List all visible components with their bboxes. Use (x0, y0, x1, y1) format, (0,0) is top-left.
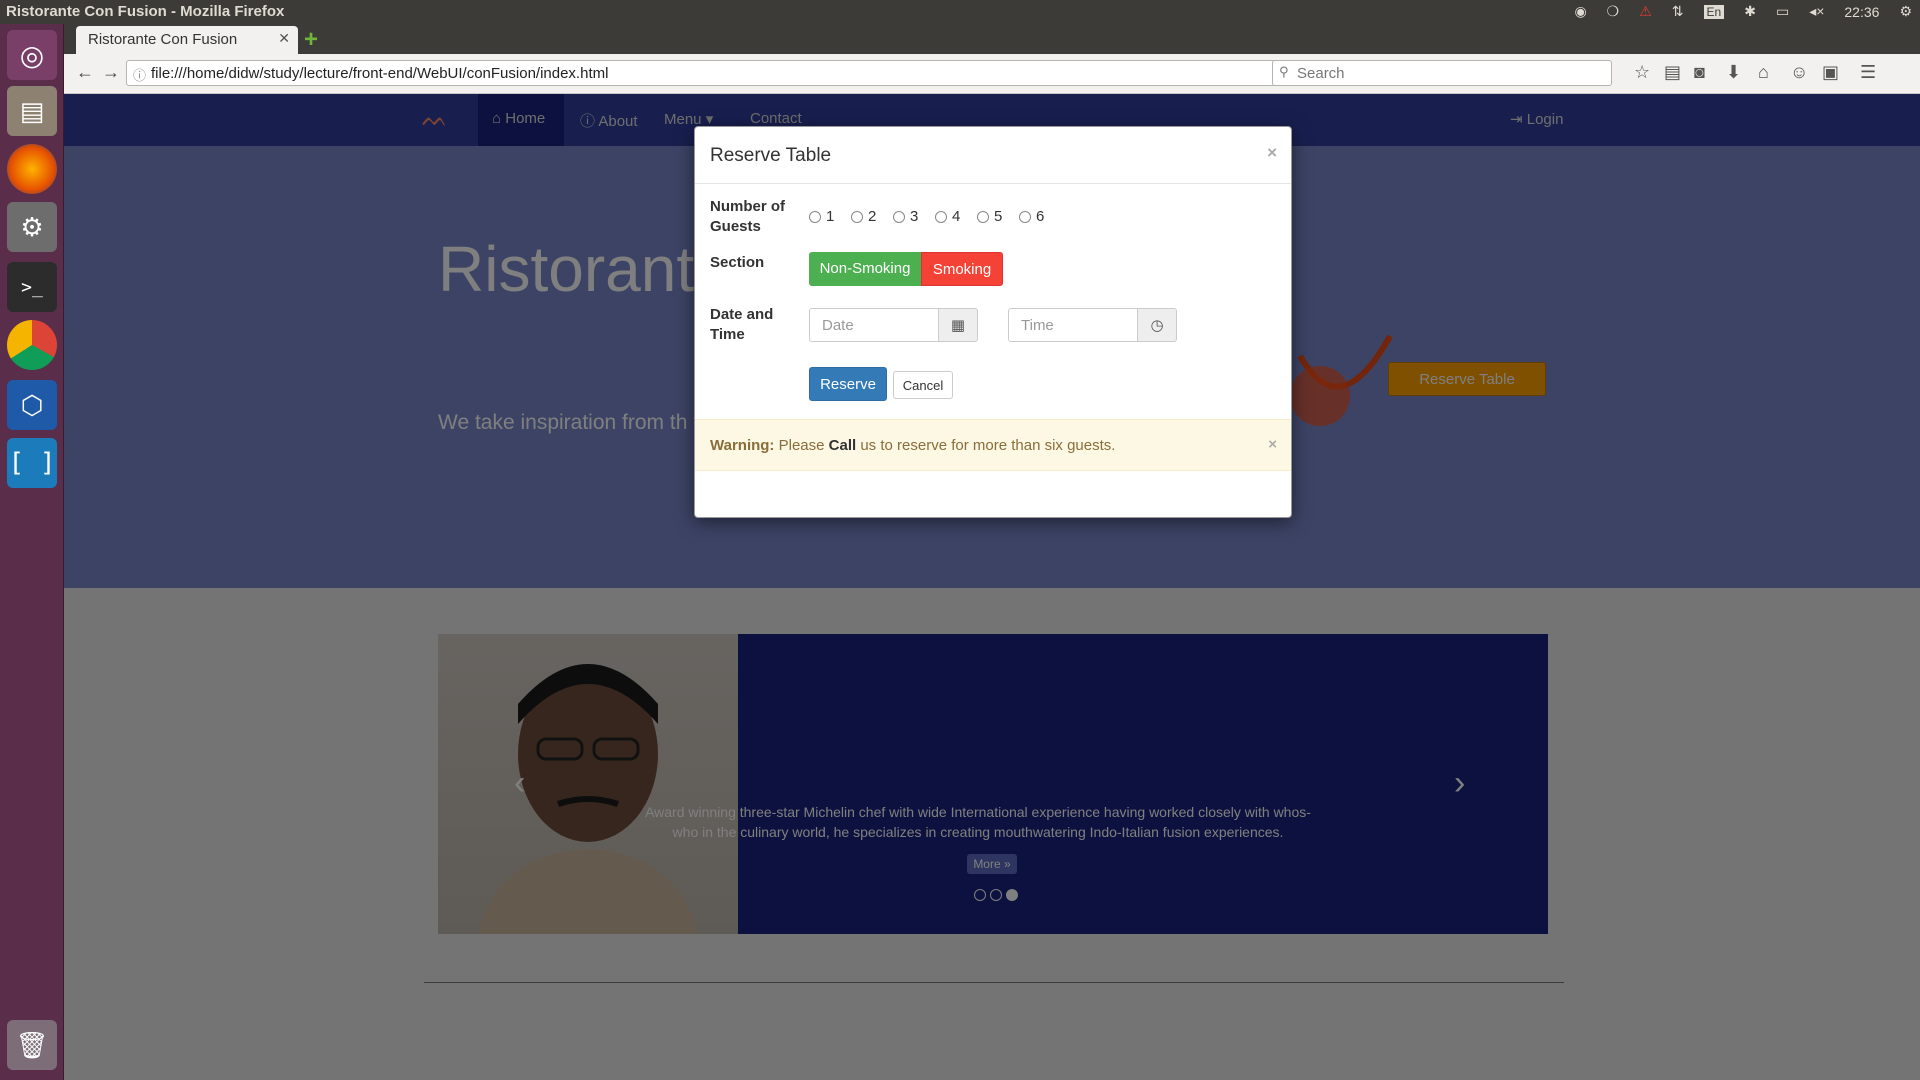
url-bar[interactable]: ⓘ file:///home/didw/study/lecture/front-… (126, 60, 1306, 86)
warning-text-after: us to reserve for more than six guests. (860, 437, 1116, 454)
modal-title: Reserve Table (710, 145, 832, 166)
reading-list-icon[interactable]: ▤ (1664, 62, 1681, 83)
terminal-icon[interactable]: >_ (7, 262, 57, 312)
warning-text-before: Please (778, 437, 825, 454)
guest-radio-4[interactable]: 4 (935, 208, 960, 225)
chat-icon[interactable]: ☺ (1790, 62, 1808, 83)
chrome-tray-icon[interactable]: ◉ (1574, 3, 1586, 20)
radio-circle[interactable] (977, 210, 989, 223)
search-placeholder: Search (1297, 65, 1345, 82)
reserve-table-modal: Reserve Table × Number of Guests 1 2 3 4… (694, 126, 1292, 518)
browser-toolbar: ← → ⓘ file:///home/didw/study/lecture/fr… (64, 54, 1920, 94)
guest-radio-3[interactable]: 3 (893, 208, 918, 225)
guest-radio-6[interactable]: 6 (1019, 208, 1044, 225)
radio-circle[interactable] (1019, 210, 1031, 223)
url-text: file:///home/didw/study/lecture/front-en… (151, 65, 609, 82)
radio-circle[interactable] (935, 210, 947, 223)
clock-icon[interactable]: ◷ (1137, 308, 1177, 342)
ubuntu-dash-icon[interactable]: ◎ (7, 30, 57, 80)
settings-gear-icon[interactable]: ⚙ (1899, 3, 1912, 20)
calendar-icon[interactable]: ▦ (938, 308, 978, 342)
reserve-button[interactable]: Reserve (809, 367, 887, 401)
cancel-button[interactable]: Cancel (893, 371, 953, 399)
search-icon: ⚲ (1279, 64, 1289, 79)
brackets-icon[interactable]: [ ] (7, 438, 57, 488)
pocket-icon[interactable]: ◙ (1694, 62, 1705, 83)
system-tray: ◉ ❍ ⚠ ⇅ En ✱ ▭ ◂× 22:36 ⚙ (1574, 3, 1912, 20)
search-bar[interactable]: ⚲ Search (1272, 60, 1612, 86)
guest-radio-2[interactable]: 2 (851, 208, 876, 225)
site-info-icon[interactable]: ⓘ (133, 65, 146, 84)
network-tray-icon[interactable]: ⇅ (1672, 3, 1684, 20)
non-smoking-button[interactable]: Non-Smoking (809, 252, 921, 286)
bluetooth-tray-icon[interactable]: ✱ (1744, 3, 1756, 20)
extension-icon[interactable]: ▣ (1822, 62, 1839, 83)
system-top-bar: Ristorante Con Fusion - Mozilla Firefox … (0, 0, 1920, 24)
modal-header: Reserve Table × (695, 127, 1291, 184)
tab-title: Ristorante Con Fusion (88, 31, 238, 48)
warning-strong: Warning: (710, 437, 775, 454)
trash-icon[interactable]: 🗑 (7, 1020, 57, 1070)
web-page: ᨓ ⌂ Home ⓘ About Menu ▾ Contact ⇥ Login … (64, 94, 1920, 1080)
menu-hamburger-icon[interactable]: ☰ (1860, 62, 1876, 83)
virtualbox-icon[interactable]: ⬡ (7, 380, 57, 430)
warning-tray-icon[interactable]: ⚠ (1639, 3, 1652, 20)
section-label: Section (710, 254, 765, 271)
date-input[interactable]: Date (809, 308, 939, 342)
alert-close-icon[interactable]: × (1268, 436, 1277, 453)
unity-launcher: ◎ ▤ ⚙ >_ ⬡ [ ] 🗑 (0, 24, 64, 1080)
time-input[interactable]: Time (1008, 308, 1138, 342)
system-settings-icon[interactable]: ⚙ (7, 202, 57, 252)
home-icon[interactable]: ⌂ (1758, 62, 1769, 83)
download-icon[interactable]: ⬇ (1726, 62, 1741, 83)
forward-arrow-icon[interactable]: → (102, 62, 120, 83)
back-arrow-icon[interactable]: ← (76, 62, 94, 83)
battery-tray-icon[interactable]: ▭ (1776, 3, 1789, 20)
warning-call: Call (828, 437, 857, 454)
date-time-label: Date and Time (710, 306, 774, 343)
radio-circle[interactable] (851, 210, 863, 223)
window-title: Ristorante Con Fusion - Mozilla Firefox (6, 3, 285, 20)
browser-tab[interactable]: Ristorante Con Fusion ✕ (76, 26, 298, 54)
smoking-button[interactable]: Smoking (921, 252, 1003, 286)
radio-circle[interactable] (809, 210, 821, 223)
modal-close-icon[interactable]: × (1267, 143, 1277, 163)
firefox-icon[interactable] (7, 144, 57, 194)
browser-tab-bar: Ristorante Con Fusion ✕ + (64, 24, 1920, 54)
keyboard-layout-indicator[interactable]: En (1703, 4, 1725, 19)
guest-radio-1[interactable]: 1 (809, 208, 834, 225)
bookmark-star-icon[interactable]: ☆ (1634, 62, 1650, 83)
guest-radio-5[interactable]: 5 (977, 208, 1002, 225)
chrome-icon[interactable] (7, 320, 57, 370)
radio-circle[interactable] (893, 210, 905, 223)
new-tab-icon[interactable]: + (304, 26, 318, 54)
volume-tray-icon[interactable]: ◂× (1809, 3, 1824, 20)
close-tab-icon[interactable]: ✕ (278, 30, 290, 47)
warning-alert: Warning: Please Call us to reserve for m… (695, 419, 1291, 471)
files-icon[interactable]: ▤ (7, 86, 57, 136)
balloon-tray-icon[interactable]: ❍ (1607, 3, 1620, 20)
clock[interactable]: 22:36 (1844, 4, 1879, 20)
guests-label: Number of Guests (710, 198, 785, 235)
